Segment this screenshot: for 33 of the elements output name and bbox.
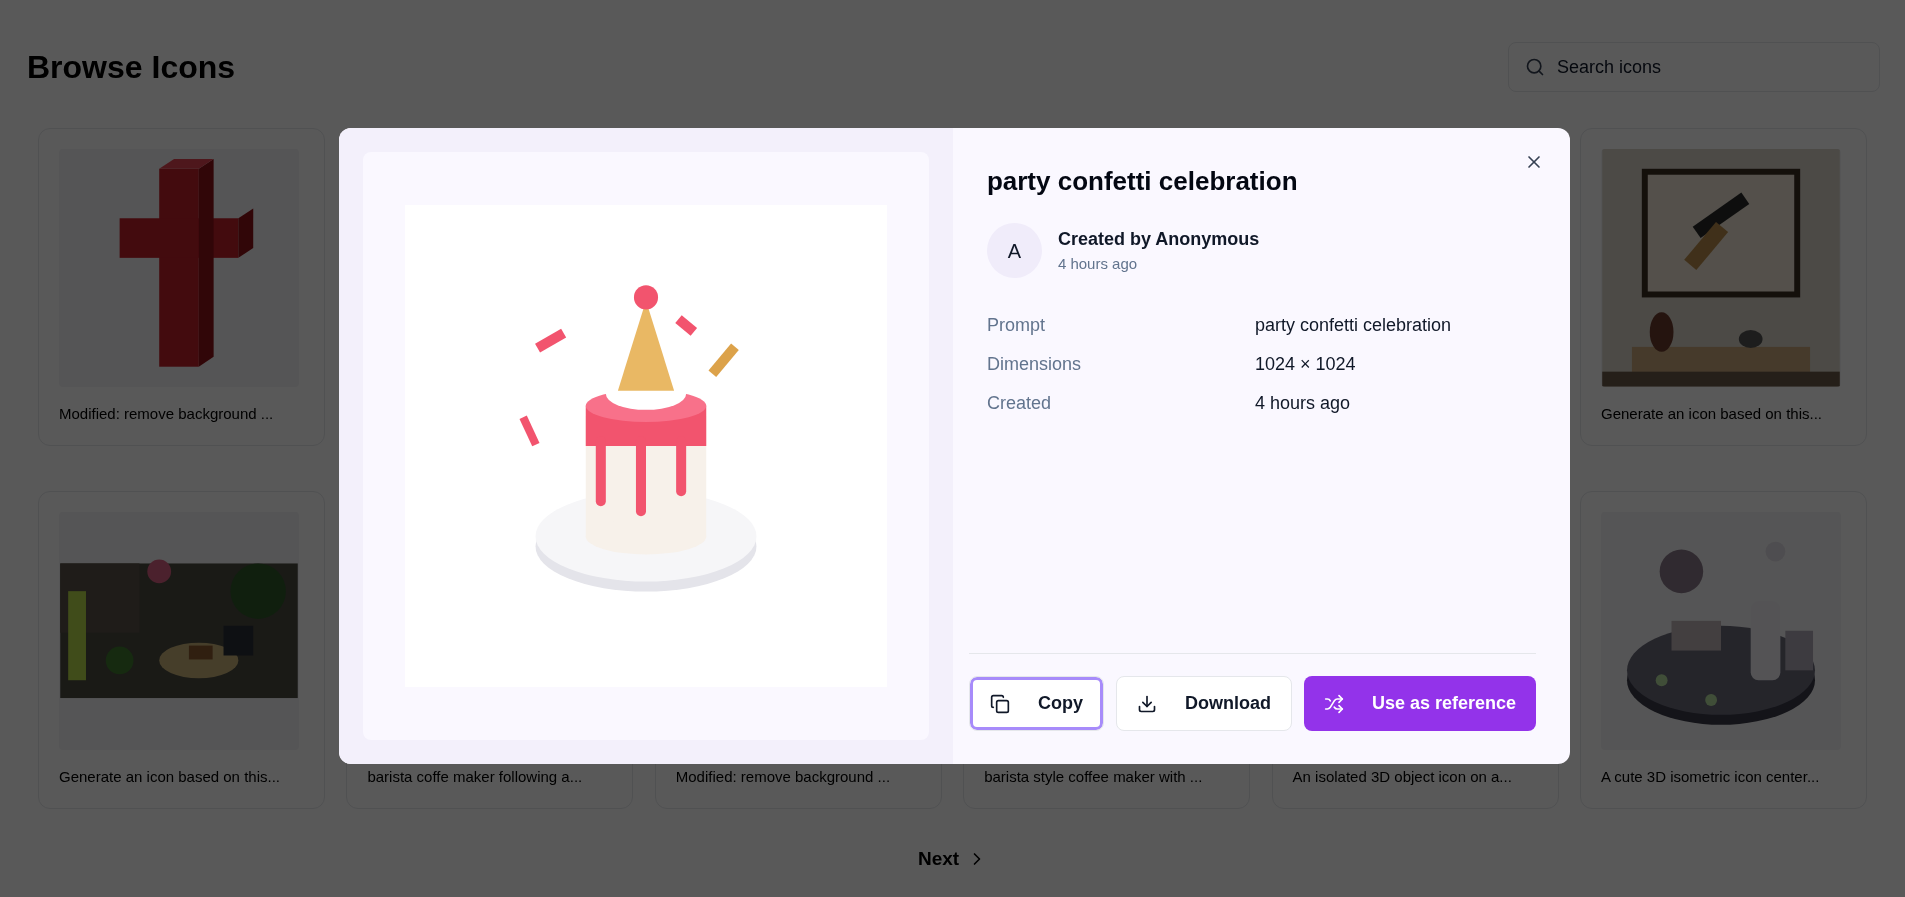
card-caption: An isolated 3D object icon on a... <box>1292 766 1513 787</box>
detail-label: Dimensions <box>986 353 1082 376</box>
search-input[interactable]: Search icons <box>1557 53 1863 81</box>
icon-card[interactable]: Generate an icon based on this... <box>38 491 325 809</box>
card-caption: Modified: remove background ... <box>59 403 275 424</box>
reference-button[interactable]: Use as reference <box>1303 676 1536 731</box>
icon-card[interactable]: A cute 3D isometric icon center... <box>1579 491 1867 809</box>
copy-icon <box>989 693 1010 714</box>
page-title: Browse Icons <box>27 48 236 87</box>
download-button[interactable]: Download <box>1115 676 1292 731</box>
modal-title: party confetti celebration <box>986 165 1299 198</box>
detail-value: 4 hours ago <box>1254 392 1350 415</box>
search-icon <box>1525 57 1545 77</box>
avatar: A <box>986 223 1042 278</box>
search-field[interactable]: Search icons <box>1508 42 1880 92</box>
detail-label: Prompt <box>986 314 1046 337</box>
card-caption: Generate an icon based on this... <box>1601 403 1823 424</box>
creator-name: Created by Anonymous <box>1057 227 1260 251</box>
detail-value: party confetti celebration <box>1254 314 1451 337</box>
copy-button[interactable]: Copy <box>968 676 1104 731</box>
next-button[interactable]: Next <box>917 845 988 874</box>
icon-card[interactable]: Modified: remove background ... <box>38 128 325 446</box>
detail-value: 1024 × 1024 <box>1254 353 1356 376</box>
shuffle-icon <box>1323 693 1344 714</box>
icon-card[interactable]: Generate an icon based on this... <box>1580 128 1867 446</box>
card-caption: A cute 3D isometric icon center... <box>1600 766 1821 787</box>
card-caption: barista coffe maker following a... <box>367 766 584 787</box>
card-caption: Modified: remove background ... <box>675 766 892 787</box>
card-caption: barista style coffee maker with ... <box>984 766 1204 787</box>
created-time: 4 hours ago <box>1057 253 1139 274</box>
card-caption: Generate an icon based on this... <box>59 766 281 787</box>
detail-label: Created <box>986 392 1052 415</box>
download-icon <box>1136 693 1157 714</box>
